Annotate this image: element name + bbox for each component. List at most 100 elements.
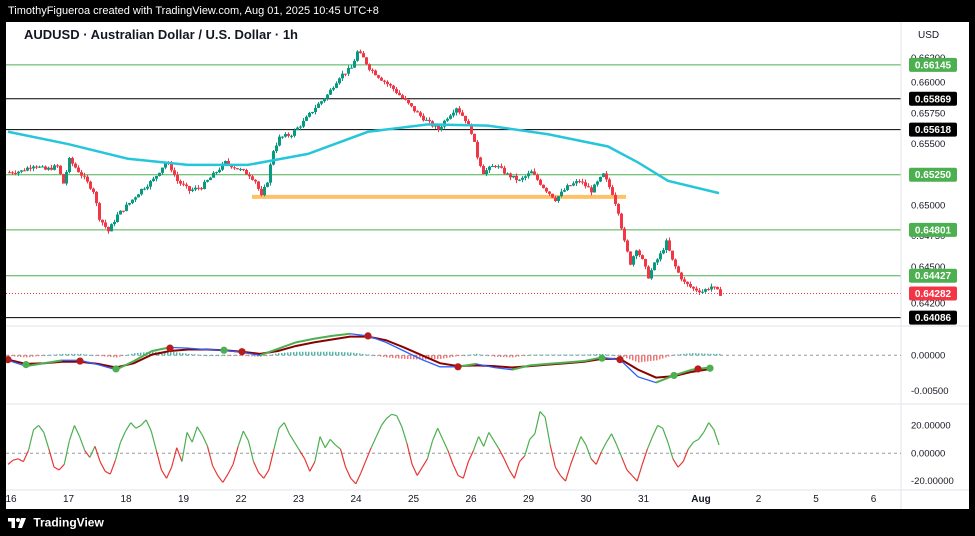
candle-body (665, 240, 668, 251)
osc2-segment (483, 432, 490, 447)
candle-body (416, 111, 419, 113)
osc1-histogram-bar (341, 352, 343, 356)
candle-body (458, 108, 461, 113)
osc1-histogram-bar (23, 355, 25, 358)
osc1-histogram-bar (71, 353, 73, 356)
candle-body (158, 172, 161, 176)
osc1-histogram-bar (377, 355, 379, 357)
osc2-segment (621, 457, 628, 471)
candle-body (503, 167, 506, 174)
candle-body (497, 166, 500, 168)
candle-body (653, 262, 656, 271)
osc1-histogram-bar (386, 355, 388, 358)
candle-body (248, 174, 251, 177)
candle-body (26, 167, 29, 171)
osc1-histogram-bar (173, 352, 175, 356)
candle-body (527, 173, 530, 177)
osc2-segment (53, 466, 60, 471)
osc1-histogram-bar (641, 355, 643, 363)
time-tick-label: 29 (523, 494, 535, 505)
osc2-segment (268, 448, 275, 471)
osc1-histogram-bar (461, 355, 463, 357)
candle-body (401, 95, 404, 99)
candle-body (302, 120, 305, 127)
osc1-histogram-bar (11, 355, 13, 357)
osc1-histogram-bar (470, 354, 472, 356)
osc1-histogram-bar (50, 354, 52, 356)
osc1-histogram-bar (281, 352, 283, 356)
time-tick-label: 23 (293, 494, 305, 505)
osc2-segment (646, 436, 654, 450)
osc1-histogram-bar (218, 355, 220, 357)
candle-body (455, 108, 458, 113)
chart-svg[interactable]: 0.662000.660000.657500.655000.652500.650… (6, 22, 969, 509)
osc2-segment (58, 463, 65, 471)
candle-body (299, 126, 302, 128)
osc1-histogram-bar (488, 355, 490, 357)
osc2-segment (319, 436, 326, 448)
candle-body (509, 173, 512, 178)
osc1-histogram-bar (269, 354, 271, 356)
osc1-histogram-bar (716, 353, 718, 356)
candle-body (110, 224, 113, 232)
osc1-histogram-bar (512, 355, 514, 358)
candle-body (128, 202, 131, 205)
candle-body (236, 168, 239, 170)
candle-body (581, 181, 584, 183)
chart-area[interactable]: 0.662000.660000.657500.655000.652500.650… (6, 22, 969, 509)
candle-body (485, 170, 488, 175)
osc2-segment (89, 446, 96, 458)
candle-body (464, 115, 467, 122)
osc1-histogram-bar (353, 352, 355, 356)
osc2-segment (611, 433, 618, 446)
osc2-segment (539, 411, 546, 418)
osc1-histogram-bar (680, 354, 682, 356)
osc1-histogram-bar (626, 355, 628, 359)
osc1-histogram-bar (191, 354, 193, 356)
candle-body (620, 213, 623, 229)
osc2-segment (416, 466, 423, 476)
brand-bar: TradingView (0, 509, 975, 536)
candle-body (194, 187, 197, 190)
candle-body (623, 228, 626, 241)
osc1-histogram-bar (629, 355, 631, 360)
osc2-segment (217, 475, 224, 483)
time-tick-label: 25 (408, 494, 420, 505)
candle-body (449, 115, 452, 119)
osc2-segment (84, 450, 91, 458)
osc2-segment (636, 464, 643, 482)
candle-body (596, 181, 599, 185)
candle-body (554, 197, 557, 202)
candle-body (38, 166, 41, 168)
candle-body (710, 286, 713, 290)
osc1-histogram-bar (611, 354, 613, 356)
candle-body (584, 182, 587, 187)
candle-body (317, 103, 320, 108)
candle-body (551, 193, 554, 198)
candle-body (452, 112, 455, 116)
osc2-segment (73, 425, 81, 437)
osc1-tick-label: 0.00000 (911, 350, 945, 361)
osc1-histogram-bar (194, 354, 196, 356)
osc1-histogram-bar (107, 355, 109, 357)
candle-body (575, 181, 578, 184)
osc1-histogram-bar (692, 353, 694, 356)
osc1-tick-label: -0.00500 (911, 386, 949, 397)
osc1-cross-up-dot (598, 354, 606, 362)
candle-body (71, 158, 74, 164)
credit-text: TimothyFigueroa created with TradingView… (8, 5, 379, 17)
candle-body (425, 119, 428, 121)
osc1-histogram-bar (587, 354, 589, 356)
time-tick-label: 31 (638, 494, 650, 505)
currency-label: USD (918, 30, 939, 41)
osc1-histogram-bar (254, 355, 256, 357)
time-tick-label: 19 (178, 494, 190, 505)
osc1-histogram-bar (530, 354, 532, 356)
candle-body (410, 103, 413, 107)
candle-body (47, 167, 50, 170)
osc1-histogram-bar (251, 355, 253, 357)
candle-body (107, 226, 110, 232)
candle-body (566, 185, 569, 191)
osc1-histogram-bar (533, 354, 535, 356)
price-pane: 0.662000.660000.657500.655000.652500.650… (6, 49, 957, 325)
